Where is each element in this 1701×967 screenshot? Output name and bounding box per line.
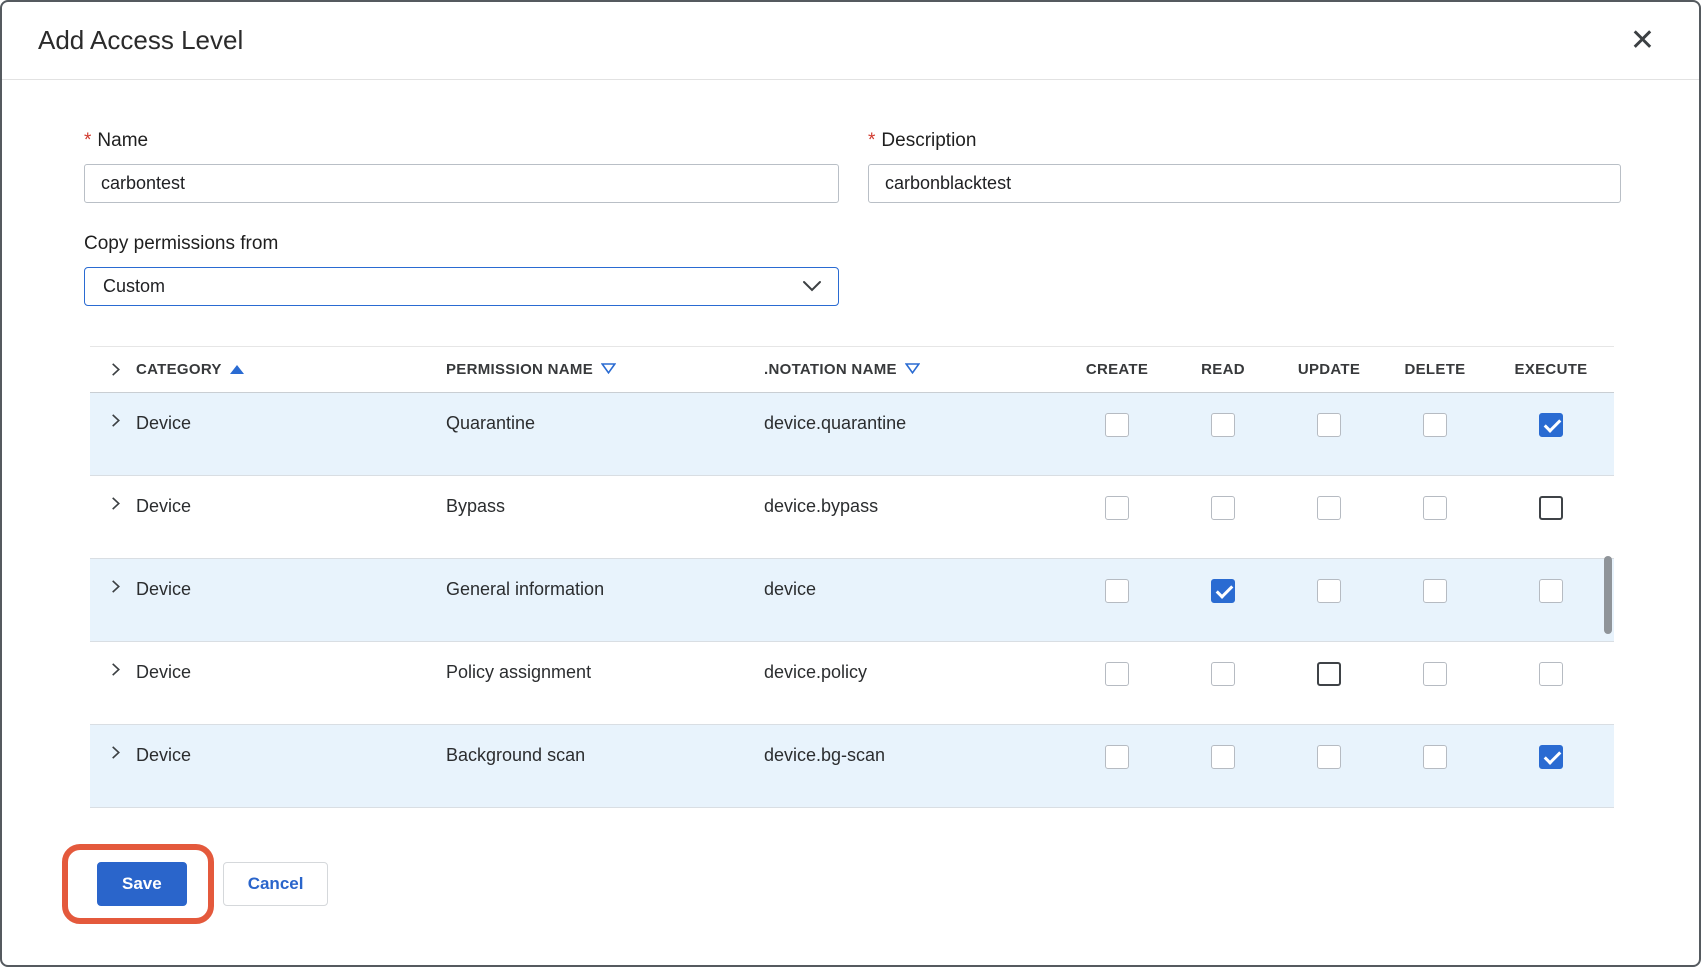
column-header-notation-name[interactable]: .NOTATION NAME <box>764 361 1064 378</box>
row-expand-chevron-icon[interactable] <box>90 496 136 511</box>
column-header-read[interactable]: READ <box>1170 361 1276 378</box>
table-scrollbar[interactable] <box>1604 556 1612 634</box>
read-checkbox[interactable] <box>1211 745 1235 769</box>
notation-cell: device.bg-scan <box>764 745 1064 766</box>
column-header-create[interactable]: CREATE <box>1064 361 1170 378</box>
delete-checkbox[interactable] <box>1423 413 1447 437</box>
sort-desc-icon <box>905 361 920 378</box>
table-row: Device Bypass device.bypass <box>90 476 1614 559</box>
notation-cell: device <box>764 579 1064 600</box>
update-checkbox[interactable] <box>1317 745 1341 769</box>
execute-checkbox[interactable] <box>1539 662 1563 686</box>
permission-cell: Bypass <box>446 496 764 517</box>
column-header-delete[interactable]: DELETE <box>1382 361 1488 378</box>
notation-cell: device.bypass <box>764 496 1064 517</box>
table-row: Device General information device <box>90 559 1614 642</box>
notation-cell: device.quarantine <box>764 413 1064 434</box>
column-header-permission-name[interactable]: PERMISSION NAME <box>446 361 764 378</box>
read-checkbox[interactable] <box>1211 413 1235 437</box>
cancel-button[interactable]: Cancel <box>223 862 329 906</box>
column-header-category[interactable]: CATEGORY <box>136 361 446 378</box>
category-cell: Device <box>136 579 446 600</box>
create-checkbox[interactable] <box>1105 745 1129 769</box>
close-icon[interactable]: ✕ <box>1626 22 1659 60</box>
row-expand-chevron-icon[interactable] <box>90 745 136 760</box>
category-cell: Device <box>136 745 446 766</box>
delete-checkbox[interactable] <box>1423 662 1447 686</box>
modal-header: Add Access Level ✕ <box>2 2 1699 80</box>
form-area: *Name *Description Copy permissions from… <box>2 80 1699 306</box>
delete-checkbox[interactable] <box>1423 745 1447 769</box>
read-checkbox[interactable] <box>1211 662 1235 686</box>
category-cell: Device <box>136 662 446 683</box>
table-row: Device Quarantine device.quarantine <box>90 393 1614 476</box>
sort-desc-icon <box>601 361 616 378</box>
read-checkbox[interactable] <box>1211 496 1235 520</box>
required-asterisk: * <box>84 130 91 151</box>
delete-checkbox[interactable] <box>1423 579 1447 603</box>
copy-permissions-value: Custom <box>103 276 165 297</box>
execute-checkbox[interactable] <box>1539 413 1563 437</box>
notation-cell: device.policy <box>764 662 1064 683</box>
update-checkbox[interactable] <box>1317 413 1341 437</box>
permission-cell: General information <box>446 579 764 600</box>
create-checkbox[interactable] <box>1105 579 1129 603</box>
table-row: Device Policy assignment device.policy <box>90 642 1614 725</box>
table-row: Device Background scan device.bg-scan <box>90 725 1614 808</box>
save-highlight-annotation: Save <box>62 844 214 924</box>
row-expand-chevron-icon[interactable] <box>90 579 136 594</box>
update-checkbox[interactable] <box>1317 496 1341 520</box>
column-header-execute[interactable]: EXECUTE <box>1488 361 1614 378</box>
update-checkbox[interactable] <box>1317 662 1341 686</box>
execute-checkbox[interactable] <box>1539 579 1563 603</box>
name-label: *Name <box>84 130 839 152</box>
permission-cell: Policy assignment <box>446 662 764 683</box>
execute-checkbox[interactable] <box>1539 496 1563 520</box>
read-checkbox[interactable] <box>1211 579 1235 603</box>
required-asterisk: * <box>868 130 875 151</box>
description-field[interactable] <box>868 164 1621 203</box>
add-access-level-modal: Add Access Level ✕ *Name *Description Co… <box>0 0 1701 967</box>
category-cell: Device <box>136 496 446 517</box>
permissions-table: CATEGORY PERMISSION NAME .NOTATION NAME … <box>90 346 1614 808</box>
delete-checkbox[interactable] <box>1423 496 1447 520</box>
copy-permissions-select[interactable]: Custom <box>84 267 839 306</box>
modal-footer: Save Cancel <box>62 844 1699 924</box>
modal-title: Add Access Level <box>38 25 243 56</box>
execute-checkbox[interactable] <box>1539 745 1563 769</box>
category-cell: Device <box>136 413 446 434</box>
description-label: *Description <box>868 130 1621 152</box>
create-checkbox[interactable] <box>1105 413 1129 437</box>
row-expand-chevron-icon[interactable] <box>90 413 136 428</box>
copy-permissions-label: Copy permissions from <box>84 233 839 255</box>
permission-cell: Quarantine <box>446 413 764 434</box>
expand-all-chevron-icon[interactable] <box>90 362 136 377</box>
permission-cell: Background scan <box>446 745 764 766</box>
table-header-row: CATEGORY PERMISSION NAME .NOTATION NAME … <box>90 346 1614 393</box>
row-expand-chevron-icon[interactable] <box>90 662 136 677</box>
save-button[interactable]: Save <box>97 862 187 906</box>
sort-asc-icon <box>230 361 244 378</box>
column-header-update[interactable]: UPDATE <box>1276 361 1382 378</box>
chevron-down-icon <box>802 276 822 297</box>
update-checkbox[interactable] <box>1317 579 1341 603</box>
create-checkbox[interactable] <box>1105 496 1129 520</box>
name-field[interactable] <box>84 164 839 203</box>
create-checkbox[interactable] <box>1105 662 1129 686</box>
